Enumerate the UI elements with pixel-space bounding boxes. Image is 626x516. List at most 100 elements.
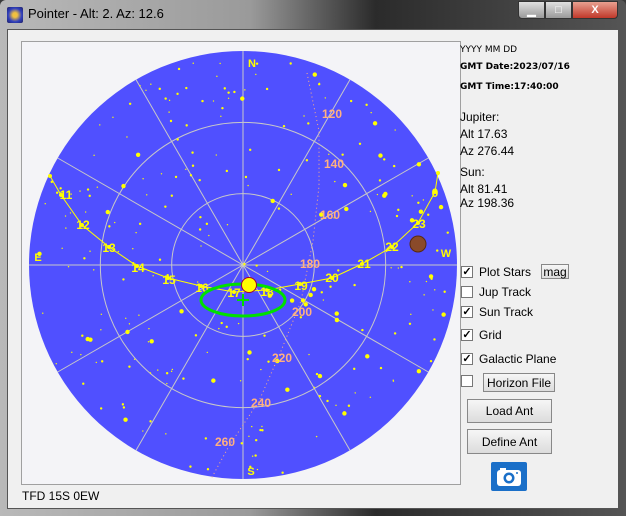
- star: [344, 206, 349, 212]
- star: [246, 357, 249, 361]
- sun-hour-label: 20: [325, 271, 339, 285]
- jupiter-label: Jupiter:: [460, 110, 500, 124]
- star: [185, 168, 187, 171]
- star: [342, 182, 348, 188]
- star: [65, 227, 67, 229]
- cardinal-s: S: [247, 466, 254, 478]
- star: [96, 186, 99, 188]
- cardinal-n: N: [248, 58, 256, 70]
- star: [133, 358, 136, 360]
- galactic-label: 200: [292, 305, 312, 319]
- sky-chart[interactable]: 120140160180200220240260111213141516 17 18…: [22, 42, 462, 486]
- star: [67, 265, 70, 268]
- grid-checkbox[interactable]: ✓ Grid: [461, 328, 502, 342]
- star: [434, 289, 436, 291]
- star: [160, 173, 163, 175]
- horizon-file-button[interactable]: Horizon File: [483, 373, 555, 392]
- jupiter-az: Az 276.44: [460, 144, 515, 158]
- star: [64, 215, 67, 217]
- checkbox-box[interactable]: ✓: [461, 306, 473, 318]
- star: [191, 164, 195, 167]
- camera-icon: [497, 467, 521, 486]
- star: [261, 425, 263, 428]
- star: [408, 322, 412, 325]
- star: [410, 313, 412, 316]
- star: [432, 309, 434, 311]
- star: [277, 168, 281, 172]
- star: [44, 203, 46, 205]
- star: [164, 97, 167, 100]
- jupiter-marker: [409, 235, 427, 253]
- sun-label: Sun:: [460, 165, 485, 179]
- star: [194, 334, 198, 337]
- checkbox-label: Jup Track: [479, 285, 532, 299]
- checkbox-box[interactable]: [461, 286, 473, 298]
- horizon-file-checkbox[interactable]: [461, 375, 473, 387]
- checkbox-box[interactable]: [461, 375, 473, 387]
- galactic-label: 180: [300, 257, 320, 271]
- galactic-plane-checkbox[interactable]: ✓ Galactic Plane: [461, 352, 556, 366]
- star: [132, 247, 134, 250]
- star: [128, 323, 131, 325]
- star: [227, 91, 230, 94]
- camera-button[interactable]: [491, 462, 527, 491]
- define-ant-button[interactable]: Define Ant: [467, 429, 552, 454]
- star: [146, 194, 148, 196]
- star: [135, 152, 141, 157]
- star: [326, 399, 329, 403]
- date-format-label: YYYY MM DD: [460, 45, 518, 55]
- load-ant-button[interactable]: Load Ant: [467, 399, 552, 423]
- star: [329, 285, 332, 288]
- sun-marker: [241, 277, 257, 293]
- star: [416, 368, 422, 374]
- star: [139, 85, 141, 87]
- star: [122, 406, 126, 409]
- star: [312, 72, 317, 77]
- plot-stars-checkbox[interactable]: ✓ Plot Stars: [461, 265, 531, 279]
- star: [126, 330, 128, 332]
- star: [255, 264, 258, 267]
- star: [142, 178, 144, 180]
- star: [244, 175, 248, 179]
- star: [176, 92, 179, 96]
- star: [81, 334, 84, 337]
- star: [218, 327, 220, 330]
- star: [216, 75, 218, 78]
- star: [122, 278, 125, 281]
- star: [341, 153, 344, 156]
- sun-hour-label: 0: [432, 186, 439, 200]
- maximize-button[interactable]: □: [545, 1, 572, 19]
- star: [149, 420, 152, 423]
- sun-track-checkbox[interactable]: ✓ Sun Track: [461, 305, 533, 319]
- star: [354, 392, 356, 394]
- star: [313, 386, 315, 389]
- checkbox-label: Grid: [479, 328, 502, 342]
- star: [335, 404, 337, 407]
- mag-button[interactable]: mag: [541, 264, 569, 279]
- sun-hour-label: 22: [385, 240, 399, 254]
- star: [166, 382, 168, 385]
- checkbox-box[interactable]: ✓: [461, 329, 473, 341]
- minimize-button[interactable]: ▁: [518, 1, 545, 19]
- star: [170, 194, 174, 197]
- star: [334, 317, 340, 323]
- star: [289, 298, 295, 303]
- star: [215, 154, 217, 156]
- sky-plot-panel[interactable]: 120 140 160 180 200 220 240 260 11 12 13 14 15 16 17 18…: [21, 41, 461, 485]
- sun-hour-label: 17: [227, 286, 241, 300]
- star: [152, 275, 154, 277]
- star: [247, 184, 249, 187]
- checkbox-box[interactable]: ✓: [461, 353, 473, 365]
- star: [168, 111, 170, 113]
- star: [361, 328, 364, 332]
- star: [165, 433, 167, 435]
- star: [438, 204, 444, 210]
- jup-track-checkbox[interactable]: Jup Track: [461, 285, 531, 299]
- sun-track-point: [436, 171, 440, 175]
- star: [204, 437, 208, 440]
- star: [267, 360, 270, 363]
- checkbox-box[interactable]: ✓: [461, 266, 473, 278]
- star: [239, 380, 242, 382]
- close-button[interactable]: X: [572, 1, 618, 19]
- star: [225, 169, 229, 173]
